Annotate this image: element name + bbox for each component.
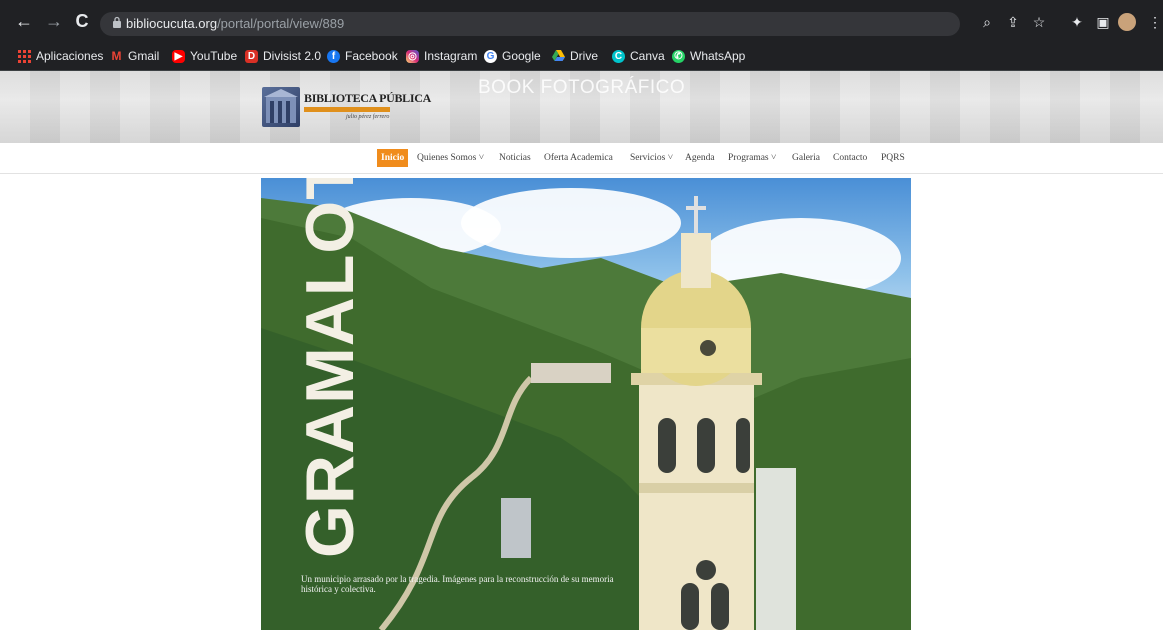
nav-agenda[interactable]: Agenda bbox=[685, 149, 715, 167]
browser-toolbar: ← → C bibliocucuta.org/portal/portal/vie… bbox=[0, 0, 1163, 42]
nav-inicio[interactable]: Inicio bbox=[377, 149, 409, 167]
logo-tagline: julio pérez ferrero bbox=[346, 114, 390, 120]
logo-emblem bbox=[262, 87, 300, 127]
drive-icon bbox=[552, 49, 565, 63]
bookmark-drive[interactable]: Drive bbox=[552, 48, 598, 64]
bookmark-facebook[interactable]: f Facebook bbox=[327, 48, 398, 64]
logo-strip bbox=[304, 107, 390, 112]
bookmark-label: WhatsApp bbox=[690, 49, 746, 63]
canva-icon: C bbox=[612, 49, 625, 63]
nav-oferta-academica[interactable]: Oferta Academica bbox=[544, 149, 613, 167]
url-path: /portal/portal/view/889 bbox=[217, 16, 345, 31]
nav-pqrs[interactable]: PQRS bbox=[881, 149, 905, 167]
instagram-icon: ◎ bbox=[406, 49, 419, 63]
bookmark-label: Divisist 2.0 bbox=[263, 49, 322, 63]
divisist-icon: D bbox=[245, 49, 258, 63]
facebook-icon: f bbox=[327, 49, 340, 63]
back-arrow-icon[interactable]: ← bbox=[14, 11, 34, 31]
reload-icon[interactable]: C bbox=[72, 11, 92, 31]
nav-programas[interactable]: Programas ˅ bbox=[728, 149, 776, 167]
url-text: bibliocucuta.org/portal/portal/view/889 bbox=[126, 16, 344, 31]
bookmark-label: Instagram bbox=[424, 49, 478, 63]
bookmark-youtube[interactable]: ▶ YouTube bbox=[172, 48, 237, 64]
menu-kebab-icon[interactable]: ⋮ bbox=[1146, 13, 1163, 31]
lock-icon bbox=[112, 16, 122, 30]
apps-grid-icon bbox=[18, 49, 31, 63]
bookmark-label: Canva bbox=[630, 49, 665, 63]
url-host: bibliocucuta.org bbox=[126, 16, 218, 31]
main-navigation: Inicio Quienes Somos ˅ Noticias Oferta A… bbox=[0, 143, 1163, 174]
star-icon[interactable]: ☆ bbox=[1030, 13, 1048, 31]
site-header: BOOK FOTOGRÁFICO BIBLIOTECA PÚBLICA juli… bbox=[0, 71, 1163, 143]
hero-title: GRAMALOTE bbox=[292, 178, 368, 558]
hero-caption: Un municipio arrasado por la tragedia. I… bbox=[301, 574, 614, 594]
bookmark-whatsapp[interactable]: ✆ WhatsApp bbox=[672, 48, 745, 64]
profile-avatar[interactable] bbox=[1118, 13, 1136, 31]
forward-arrow-icon[interactable]: → bbox=[44, 11, 64, 31]
bookmark-label: Google bbox=[502, 49, 541, 63]
nav-contacto[interactable]: Contacto bbox=[833, 149, 867, 167]
hero-photo: GRAMALOTE Un municipio arrasado por la t… bbox=[261, 178, 911, 630]
side-panel-icon[interactable]: ▣ bbox=[1094, 13, 1112, 31]
bookmark-label: Facebook bbox=[345, 49, 398, 63]
bookmark-gmail[interactable]: M Gmail bbox=[110, 48, 160, 64]
logo-title: BIBLIOTECA PÚBLICA bbox=[304, 91, 431, 105]
extensions-icon[interactable]: ✦ bbox=[1068, 13, 1086, 31]
address-bar[interactable]: bibliocucuta.org/portal/portal/view/889 bbox=[100, 12, 960, 36]
header-banner-text: BOOK FOTOGRÁFICO bbox=[478, 77, 686, 98]
nav-galeria[interactable]: Galeria bbox=[792, 149, 820, 167]
library-logo[interactable]: BIBLIOTECA PÚBLICA julio pérez ferrero bbox=[262, 85, 431, 131]
bookmark-canva[interactable]: C Canva bbox=[612, 48, 665, 64]
bookmark-label: YouTube bbox=[190, 49, 238, 63]
whatsapp-icon: ✆ bbox=[672, 49, 685, 63]
bookmark-label: Drive bbox=[570, 49, 599, 63]
google-icon: G bbox=[484, 49, 497, 63]
bookmark-divisist[interactable]: D Divisist 2.0 bbox=[245, 48, 321, 64]
nav-noticias[interactable]: Noticias bbox=[499, 149, 531, 167]
bookmark-google[interactable]: G Google bbox=[484, 48, 541, 64]
nav-servicios[interactable]: Servicios ˅ bbox=[630, 149, 673, 167]
zoom-icon[interactable]: ⌕ bbox=[978, 13, 996, 31]
bookmark-aplicaciones[interactable]: Aplicaciones bbox=[18, 48, 103, 64]
share-icon[interactable]: ⇪ bbox=[1004, 13, 1022, 31]
bookmarks-bar: Aplicaciones M Gmail ▶ YouTube D Divisis… bbox=[0, 42, 1163, 71]
gmail-icon: M bbox=[111, 48, 122, 63]
bookmark-instagram[interactable]: ◎ Instagram bbox=[406, 48, 477, 64]
nav-quienes-somos[interactable]: Quienes Somos ˅ bbox=[417, 149, 484, 167]
youtube-icon: ▶ bbox=[172, 49, 185, 63]
bookmark-label: Aplicaciones bbox=[36, 49, 104, 63]
bookmark-label: Gmail bbox=[128, 49, 160, 63]
